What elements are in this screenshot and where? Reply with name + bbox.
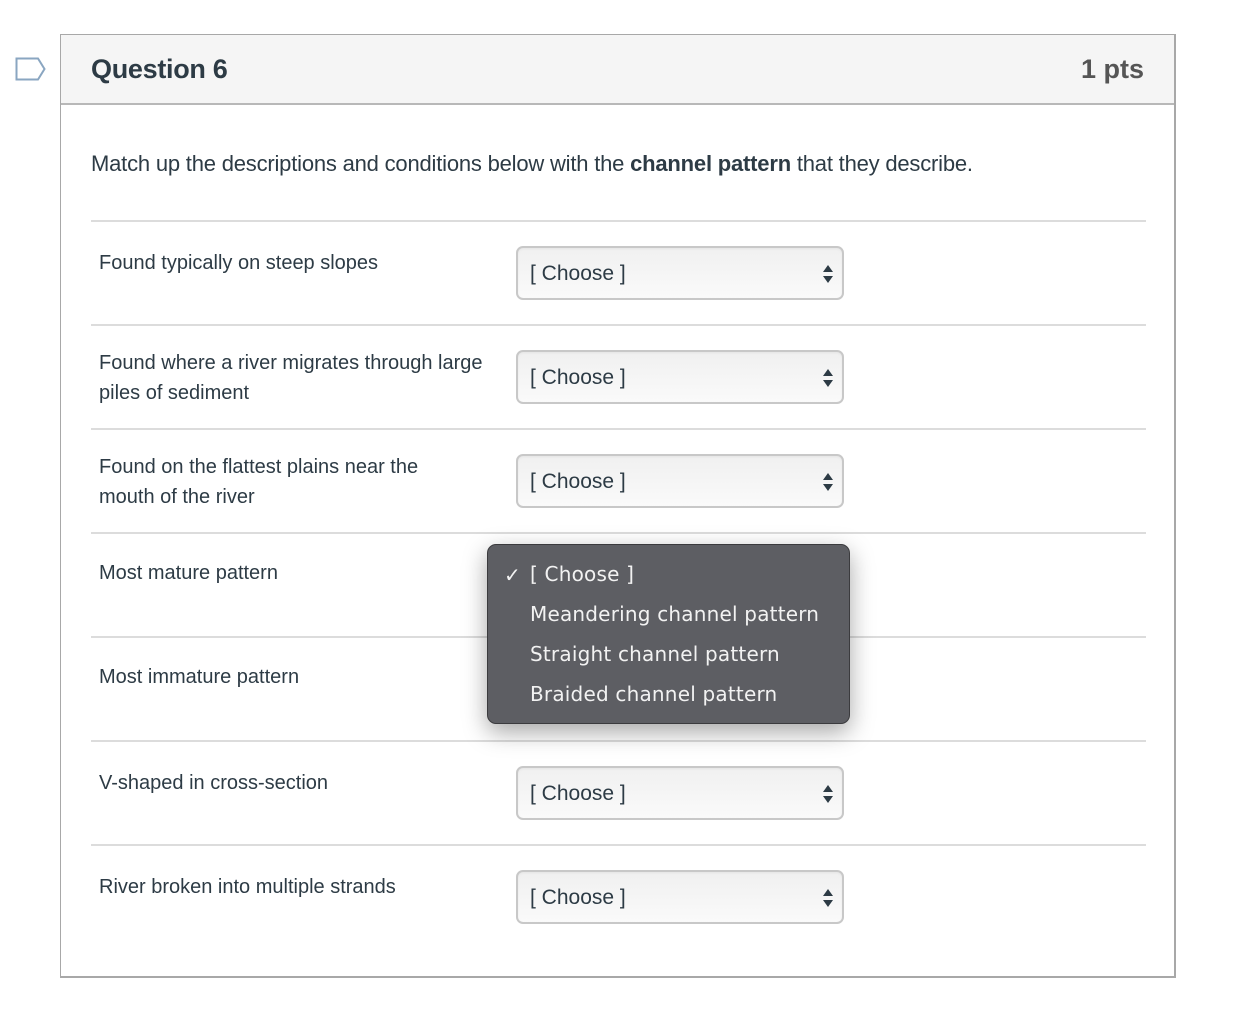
checkmark-icon: ✓ bbox=[504, 563, 521, 587]
match-row-label: River broken into multiple strands bbox=[99, 876, 396, 898]
match-row: Found on the flattest plains near the mo… bbox=[91, 428, 1146, 534]
updown-arrows-icon bbox=[823, 369, 833, 387]
answer-select[interactable]: [ Choose ] bbox=[516, 766, 844, 820]
match-row-label: V-shaped in cross-section bbox=[99, 772, 329, 794]
updown-arrows-icon bbox=[823, 265, 833, 283]
select-value: [ Choose ] bbox=[530, 886, 626, 909]
match-row: Found where a river migrates through lar… bbox=[91, 324, 1146, 430]
updown-arrows-icon bbox=[823, 785, 833, 803]
prompt-bold: channel pattern bbox=[630, 151, 791, 176]
updown-arrows-icon bbox=[823, 473, 833, 491]
prompt-text-end: that they describe. bbox=[790, 151, 973, 176]
dropdown-option-braided[interactable]: Braided channel pattern bbox=[530, 682, 777, 706]
question-card: Question 6 1 pts Match up the descriptio… bbox=[60, 34, 1176, 978]
answer-select[interactable]: [ Choose ] bbox=[516, 246, 844, 300]
match-row-label: Found on the flattest plains near the mo… bbox=[99, 456, 419, 508]
answer-select[interactable]: [ Choose ] bbox=[516, 454, 844, 508]
select-dropdown-menu: ✓ [ Choose ] Meandering channel pattern … bbox=[487, 544, 850, 724]
dropdown-option-straight[interactable]: Straight channel pattern bbox=[530, 642, 780, 666]
question-title: Question 6 bbox=[91, 54, 228, 84]
answer-select[interactable]: [ Choose ] bbox=[516, 870, 844, 924]
select-value: [ Choose ] bbox=[530, 366, 626, 389]
select-value: [ Choose ] bbox=[530, 782, 626, 805]
question-prompt: Match up the descriptions and conditions… bbox=[91, 151, 973, 177]
match-row: V-shaped in cross-section [ Choose ] bbox=[91, 740, 1146, 846]
bookmark-flag-icon[interactable] bbox=[15, 57, 46, 81]
match-row-label: Found where a river migrates through lar… bbox=[99, 352, 483, 404]
answer-select[interactable]: [ Choose ] bbox=[516, 350, 844, 404]
match-row-label: Most mature pattern bbox=[99, 562, 278, 584]
match-row: River broken into multiple strands [ Cho… bbox=[91, 844, 1146, 950]
question-header: Question 6 1 pts bbox=[61, 35, 1174, 105]
match-row-label: Found typically on steep slopes bbox=[99, 252, 379, 274]
dropdown-option-meandering[interactable]: Meandering channel pattern bbox=[530, 602, 819, 626]
select-value: [ Choose ] bbox=[530, 470, 626, 493]
select-value: [ Choose ] bbox=[530, 262, 626, 285]
match-row: Found typically on steep slopes [ Choose… bbox=[91, 220, 1146, 326]
updown-arrows-icon bbox=[823, 889, 833, 907]
dropdown-option-choose[interactable]: [ Choose ] bbox=[530, 562, 634, 586]
question-points: 1 pts bbox=[1080, 54, 1144, 84]
match-row-label: Most immature pattern bbox=[99, 666, 300, 688]
prompt-text: Match up the descriptions and conditions… bbox=[91, 151, 631, 176]
